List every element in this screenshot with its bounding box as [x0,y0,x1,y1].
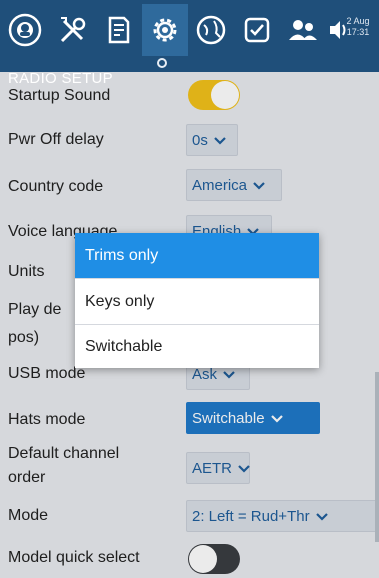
top-bar: 2 Aug 17:31 [0,0,379,72]
menu-option-trims-only[interactable]: Trims only [75,233,319,278]
active-tab-indicator [157,58,167,68]
gear-icon [153,18,177,42]
tab-trainer[interactable] [280,4,326,56]
home-button[interactable] [0,4,50,56]
tab-sd-card[interactable] [96,4,142,56]
tab-global-functions[interactable] [188,4,234,56]
menu-option-switchable[interactable]: Switchable [75,324,319,369]
tab-tools[interactable] [50,4,96,56]
page-title: RADIO SETUP [8,70,113,87]
sd-card-icon [108,16,130,44]
tab-checklist[interactable] [234,4,280,56]
hats-mode-popup-menu: Trims only Keys only Switchable [75,233,319,368]
tools-icon [60,17,86,43]
clock: 2 Aug 17:31 [343,16,373,38]
clock-time: 17:31 [346,27,370,37]
home-icon [8,13,42,47]
globe-icon [196,15,226,45]
tab-bar [0,4,379,56]
clock-date: 2 Aug [346,16,370,26]
menu-option-keys-only[interactable]: Keys only [75,279,319,324]
users-icon [289,20,317,40]
checklist-icon [244,17,270,43]
tab-radio-setup[interactable] [142,4,188,56]
